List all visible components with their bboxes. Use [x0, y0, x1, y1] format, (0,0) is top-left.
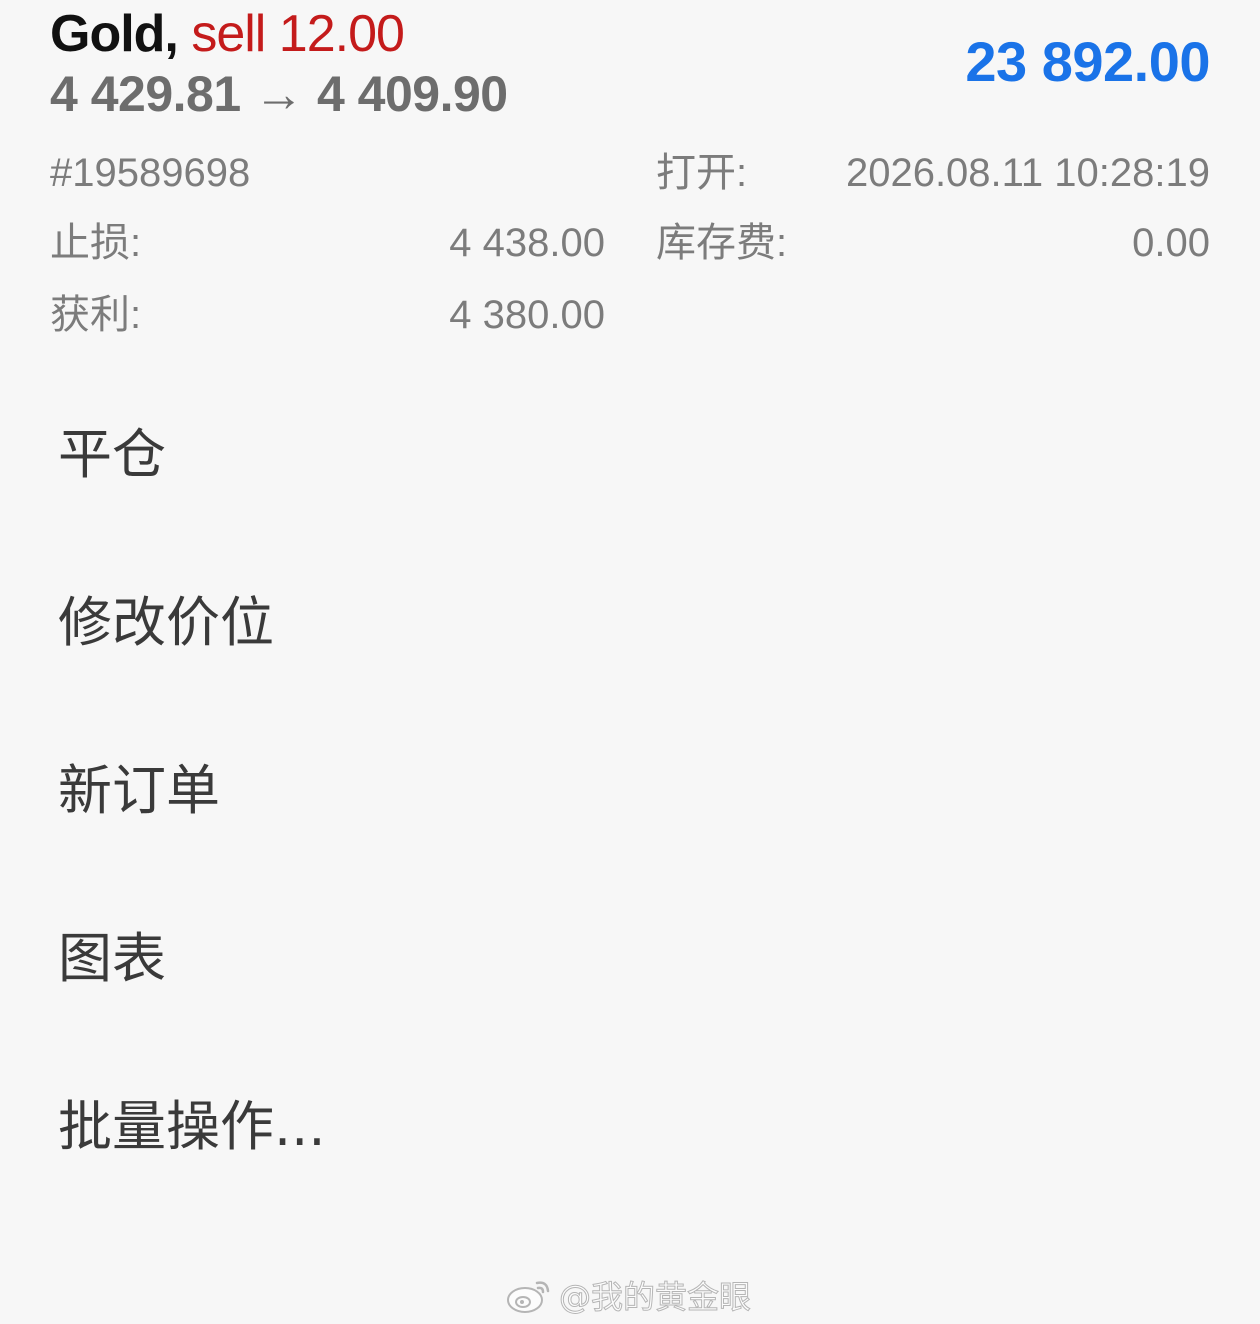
- position-title: Gold, sell 12.00: [50, 4, 405, 64]
- menu-item-label: 修改价位: [58, 590, 274, 654]
- profit-value: 23 892.00: [965, 30, 1210, 93]
- action-menu: 平仓 修改价位 新订单 图表 批量操作...: [0, 365, 1260, 1205]
- menu-item-chart[interactable]: 图表: [0, 869, 1260, 1037]
- current-price: 4 409.90: [316, 66, 508, 122]
- menu-item-bulk-operations[interactable]: 批量操作...: [0, 1037, 1260, 1205]
- price-change: 4 429.81 → 4 409.90: [50, 66, 508, 122]
- stop-loss-value: 4 438.00: [449, 221, 605, 265]
- position-context-screen: Gold, sell 12.00 4 429.81 → 4 409.90 23 …: [0, 0, 1260, 1324]
- open-time-value: 2026.08.11 10:28:19: [845, 151, 1210, 195]
- watermark: @我的黄金眼: [505, 1270, 752, 1320]
- menu-item-label: 新订单: [58, 758, 220, 822]
- position-details: #19589698 打开: 2026.08.11 10:28:19 止损: 4 …: [50, 140, 1210, 350]
- menu-item-label: 批量操作...: [58, 1094, 326, 1158]
- open-price: 4 429.81: [50, 66, 241, 122]
- take-profit-value: 4 380.00: [449, 293, 605, 337]
- open-time-label: 打开:: [656, 151, 748, 195]
- symbol-name: Gold,: [50, 5, 179, 63]
- position-header: Gold, sell 12.00 4 429.81 → 4 409.90 23 …: [50, 0, 1210, 130]
- take-profit-label: 获利:: [50, 293, 142, 337]
- watermark-text: @我的黄金眼: [558, 1278, 752, 1317]
- arrow-icon: →: [254, 66, 304, 122]
- menu-item-close-position[interactable]: 平仓: [0, 365, 1260, 533]
- swap-value: 0.00: [1132, 221, 1210, 265]
- trade-direction-volume: sell 12.00: [191, 5, 405, 63]
- swap-label: 库存费:: [656, 221, 788, 265]
- weibo-icon: [507, 1281, 550, 1313]
- stop-loss-label: 止损:: [50, 221, 142, 265]
- menu-item-label: 平仓: [58, 422, 166, 486]
- menu-item-modify-levels[interactable]: 修改价位: [0, 533, 1260, 701]
- menu-item-label: 图表: [58, 926, 166, 990]
- ticket-number: #19589698: [50, 151, 251, 195]
- menu-item-new-order[interactable]: 新订单: [0, 701, 1260, 869]
